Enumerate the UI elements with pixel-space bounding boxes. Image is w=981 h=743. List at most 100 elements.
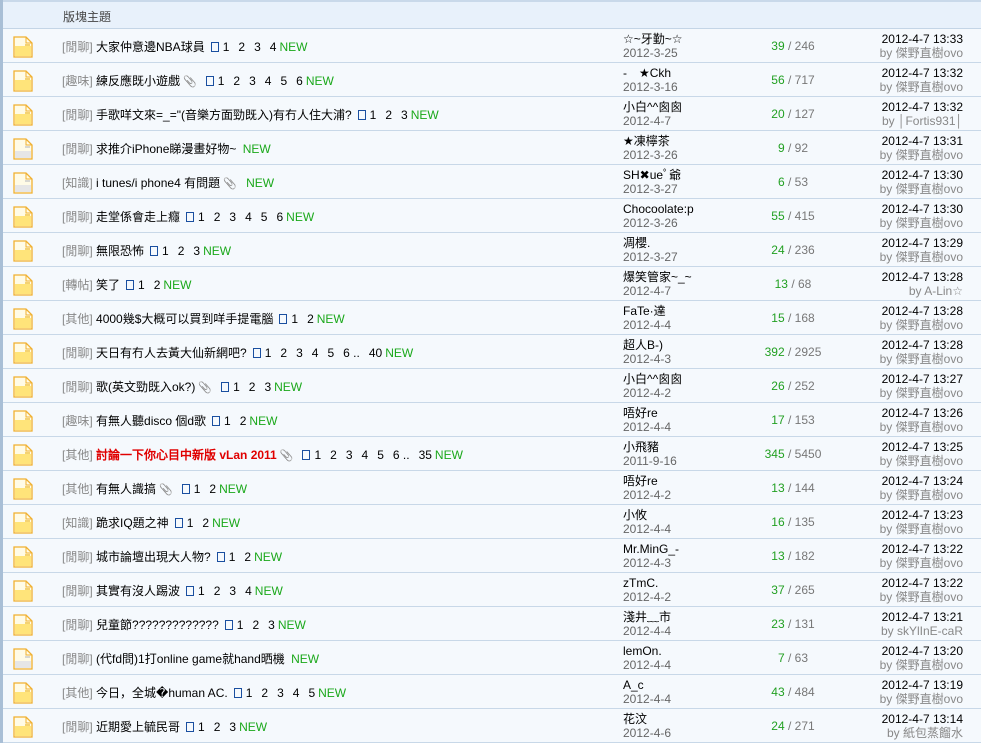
last-post-time-link[interactable]: 2012-4-7 13:31 — [882, 134, 963, 148]
new-badge[interactable]: NEW — [246, 176, 274, 190]
new-badge[interactable]: NEW — [203, 244, 231, 258]
thread-category[interactable]: [閒聊] — [62, 652, 93, 666]
page-link[interactable]: 1 — [162, 244, 169, 258]
page-link[interactable]: 3 — [346, 448, 353, 462]
thread-category[interactable]: [其他] — [62, 482, 93, 496]
last-poster-link[interactable]: 傑野直樹ovo — [896, 182, 963, 196]
new-badge[interactable]: NEW — [411, 108, 439, 122]
page-link[interactable]: 1 — [229, 550, 236, 564]
new-badge[interactable]: NEW — [278, 618, 306, 632]
author-name-link[interactable]: 小白^^囪囪 — [623, 100, 682, 114]
page-link[interactable]: 1 — [233, 380, 240, 394]
last-post-time-link[interactable]: 2012-4-7 13:28 — [882, 338, 963, 352]
thread-category[interactable]: [其他] — [62, 448, 93, 462]
last-post-time-link[interactable]: 2012-4-7 13:27 — [882, 372, 963, 386]
last-poster-link[interactable]: 傑野直樹ovo — [896, 148, 963, 162]
new-badge[interactable]: NEW — [435, 448, 463, 462]
new-badge[interactable]: NEW — [255, 584, 283, 598]
author-name-link[interactable]: zTmC. — [623, 576, 658, 590]
thread-category[interactable]: [趣味] — [62, 414, 93, 428]
last-poster-link[interactable]: 傑野直樹ovo — [896, 46, 963, 60]
page-link[interactable]: 2 — [330, 448, 337, 462]
author-name-link[interactable]: ★凍檸茶 — [623, 134, 670, 148]
thread-title-link[interactable]: 練反應既小遊戲 — [96, 74, 180, 88]
last-post-time-link[interactable]: 2012-4-7 13:22 — [882, 542, 963, 556]
thread-category[interactable]: [知識] — [62, 176, 93, 190]
page-link[interactable]: 4 — [245, 210, 252, 224]
last-poster-link[interactable]: 傑野直樹ovo — [896, 386, 963, 400]
page-link[interactable]: 1 — [246, 686, 253, 700]
page-link[interactable]: 2 — [249, 380, 256, 394]
page-link[interactable]: 35 — [419, 448, 432, 462]
page-link[interactable]: 3 — [277, 686, 284, 700]
page-link[interactable]: 1 — [265, 346, 272, 360]
page-link[interactable]: 1 — [223, 40, 230, 54]
page-link[interactable]: 5 — [377, 448, 384, 462]
page-link[interactable]: 40 — [369, 346, 382, 360]
author-name-link[interactable]: Mr.MinG_- — [623, 542, 679, 556]
thread-category[interactable]: [閒聊] — [62, 618, 93, 632]
page-link[interactable]: 1 — [138, 278, 145, 292]
new-badge[interactable]: NEW — [317, 312, 345, 326]
page-link[interactable]: 1 — [198, 584, 205, 598]
page-link[interactable]: 2 — [238, 40, 245, 54]
page-link[interactable]: 3 — [401, 108, 408, 122]
thread-title-link[interactable]: 笑了 — [96, 278, 120, 292]
last-poster-link[interactable]: 紙包蒸餾水 — [903, 726, 963, 740]
page-link[interactable]: 6 .. — [393, 448, 410, 462]
thread-title-link[interactable]: 其實有沒人踢波 — [96, 584, 180, 598]
page-link[interactable]: 1 — [237, 618, 244, 632]
last-post-time-link[interactable]: 2012-4-7 13:25 — [882, 440, 963, 454]
last-post-time-link[interactable]: 2012-4-7 13:19 — [882, 678, 963, 692]
page-link[interactable]: 1 — [224, 414, 231, 428]
page-link[interactable]: 1 — [370, 108, 377, 122]
thread-category[interactable]: [轉帖] — [62, 278, 93, 292]
thread-category[interactable]: [趣味] — [62, 74, 93, 88]
last-poster-link[interactable]: 傑野直樹ovo — [896, 318, 963, 332]
page-link[interactable]: 1 — [187, 516, 194, 530]
last-poster-link[interactable]: 傑野直樹ovo — [896, 250, 963, 264]
page-link[interactable]: 1 — [314, 448, 321, 462]
thread-title-link[interactable]: 有無人聽disco 個d歌 — [96, 414, 206, 428]
page-link[interactable]: 4 — [245, 584, 252, 598]
last-poster-link[interactable]: 傑野直樹ovo — [896, 454, 963, 468]
last-post-time-link[interactable]: 2012-4-7 13:23 — [882, 508, 963, 522]
thread-title-link[interactable]: i tunes/i phone4 有問題 — [96, 176, 220, 190]
author-name-link[interactable]: A_c — [623, 678, 644, 692]
last-poster-link[interactable]: skYlInE-caR — [897, 624, 963, 638]
new-badge[interactable]: NEW — [291, 652, 319, 666]
last-post-time-link[interactable]: 2012-4-7 13:28 — [882, 304, 963, 318]
thread-title-link[interactable]: 天日有冇人去黃大仙新網吧? — [96, 346, 247, 360]
thread-category[interactable]: [閒聊] — [62, 720, 93, 734]
last-post-time-link[interactable]: 2012-4-7 13:20 — [882, 644, 963, 658]
last-post-time-link[interactable]: 2012-4-7 13:32 — [882, 66, 963, 80]
page-link[interactable]: 4 — [312, 346, 319, 360]
new-badge[interactable]: NEW — [286, 210, 314, 224]
last-poster-link[interactable]: 傑野直樹ovo — [896, 352, 963, 366]
page-link[interactable]: 2 — [154, 278, 161, 292]
page-link[interactable]: 2 — [178, 244, 185, 258]
new-badge[interactable]: NEW — [219, 482, 247, 496]
page-link[interactable]: 2 — [252, 618, 259, 632]
last-poster-link[interactable]: 傑野直樹ovo — [896, 522, 963, 536]
new-badge[interactable]: NEW — [163, 278, 191, 292]
page-link[interactable]: 6 .. — [343, 346, 360, 360]
page-link[interactable]: 5 — [280, 74, 287, 88]
page-link[interactable]: 3 — [229, 720, 236, 734]
thread-title-link[interactable]: 城市論壇出現大人物? — [96, 550, 211, 564]
thread-title-link[interactable]: 兒童節????????????? — [96, 618, 219, 632]
last-poster-link[interactable]: 傑野直樹ovo — [896, 556, 963, 570]
author-name-link[interactable]: - ★Ckh — [623, 66, 671, 80]
author-name-link[interactable]: lemOn. — [623, 644, 662, 658]
page-link[interactable]: 6 — [296, 74, 303, 88]
page-link[interactable]: 2 — [307, 312, 314, 326]
page-link[interactable]: 2 — [214, 210, 221, 224]
page-link[interactable]: 3 — [254, 40, 261, 54]
last-poster-link[interactable]: 傑野直樹ovo — [896, 420, 963, 434]
thread-category[interactable]: [閒聊] — [62, 346, 93, 360]
page-link[interactable]: 3 — [193, 244, 200, 258]
page-link[interactable]: 2 — [214, 720, 221, 734]
author-name-link[interactable]: 凋櫻. — [623, 236, 650, 250]
thread-category[interactable]: [閒聊] — [62, 244, 93, 258]
last-post-time-link[interactable]: 2012-4-7 13:14 — [882, 712, 963, 726]
